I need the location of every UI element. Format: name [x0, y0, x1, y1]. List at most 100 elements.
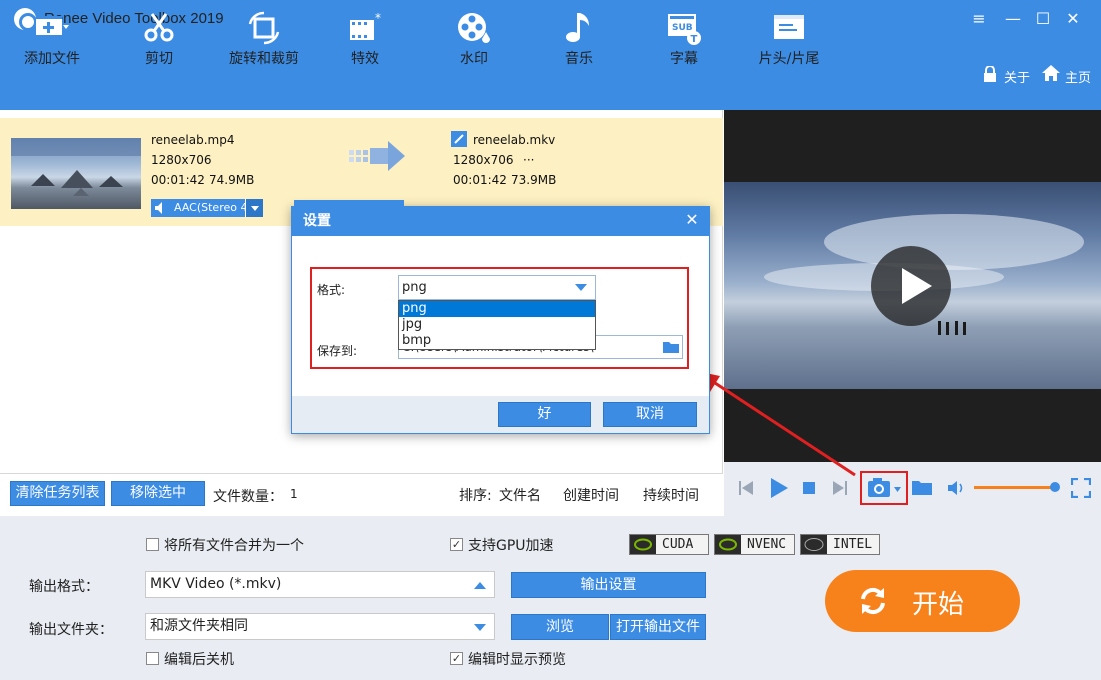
folder-icon: [663, 342, 679, 353]
open-output-button[interactable]: 打开输出文件: [610, 614, 706, 640]
output-filename: reneelab.mkv: [473, 133, 556, 147]
format-select[interactable]: png: [398, 275, 596, 300]
output-folder-select[interactable]: 和源文件夹相同: [145, 613, 495, 640]
skip-back-icon[interactable]: [737, 479, 755, 497]
menu-icon[interactable]: ≡: [968, 8, 990, 30]
output-more[interactable]: ···: [523, 153, 534, 167]
browse-folder-button[interactable]: [660, 336, 682, 358]
format-option-jpg[interactable]: jpg: [399, 317, 595, 333]
format-option-bmp[interactable]: bmp: [399, 333, 595, 349]
volume-icon[interactable]: [947, 479, 967, 497]
toolbar-cut[interactable]: 剪切: [107, 8, 211, 68]
nvidia-icon: [630, 535, 656, 554]
crop-rotate-icon: [248, 11, 280, 45]
chevron-down-icon[interactable]: [245, 199, 263, 217]
volume-slider[interactable]: [974, 486, 1056, 489]
refresh-icon: [861, 587, 885, 615]
music-note-icon: [566, 13, 589, 42]
video-thumbnail: [11, 138, 141, 209]
merge-label: 将所有文件合并为一个: [164, 538, 304, 554]
stop-icon[interactable]: [801, 480, 817, 496]
speaker-icon: [154, 199, 166, 223]
toolbar-intro-outro[interactable]: 片头/片尾: [737, 8, 841, 68]
play-overlay-button[interactable]: [871, 246, 951, 326]
toolbar-label: 音乐: [565, 51, 593, 67]
sort-label: 排序:: [459, 488, 492, 504]
subtitle-icon: SUB T: [668, 14, 701, 45]
toolbar-label: 字幕: [670, 51, 698, 67]
toolbar-music[interactable]: 音乐: [527, 8, 631, 68]
cancel-button[interactable]: 取消: [603, 402, 697, 427]
output-folder-label: 输出文件夹：: [29, 622, 113, 638]
minimize-icon[interactable]: —: [1002, 8, 1024, 30]
toolbar-label: 旋转和裁剪: [229, 51, 299, 67]
scissors-icon: [144, 13, 174, 42]
svg-text:T: T: [691, 34, 698, 45]
dialog-close-icon[interactable]: ✕: [682, 210, 702, 230]
toolbar-label: 水印: [460, 51, 488, 67]
output-resolution: 1280x706: [453, 153, 514, 167]
toolbar-crop-rotate[interactable]: 旋转和裁剪: [212, 8, 316, 68]
edit-output-icon[interactable]: [451, 131, 467, 147]
merge-checkbox[interactable]: [146, 538, 159, 551]
audio-track-select[interactable]: AAC(Stereo 4: [151, 199, 263, 217]
source-resolution: 1280x706: [151, 153, 212, 167]
format-option-png[interactable]: png: [399, 301, 595, 317]
audio-track-label: AAC(Stereo 4: [174, 201, 248, 214]
toolbar-add-file[interactable]: 添加文件: [0, 8, 104, 68]
toolbar-watermark[interactable]: 水印: [422, 8, 526, 68]
start-button[interactable]: 开始: [825, 570, 1020, 632]
nvenc-badge: NVENC: [714, 534, 795, 555]
chevron-down-icon: [575, 284, 587, 291]
sort-by-duration[interactable]: 持续时间: [643, 485, 699, 505]
toolbar-label: 片头/片尾: [758, 51, 820, 67]
cuda-badge: CUDA: [629, 534, 709, 555]
close-icon[interactable]: ✕: [1062, 8, 1084, 30]
output-format-select[interactable]: MKV Video (*.mkv): [145, 571, 495, 598]
gpu-checkbox[interactable]: [450, 538, 463, 551]
format-dropdown-list: png jpg bmp: [398, 300, 596, 350]
start-label: 开始: [912, 590, 965, 620]
clear-list-button[interactable]: 清除任务列表: [10, 481, 105, 506]
intro-outro-icon: [774, 15, 804, 39]
toolbar-subtitle[interactable]: SUB T 字幕: [632, 8, 736, 68]
about-link[interactable]: 关于: [1004, 67, 1030, 86]
shutdown-checkbox[interactable]: [146, 652, 159, 665]
output-format-value: MKV Video (*.mkv): [150, 576, 282, 592]
source-duration: 00:01:42: [151, 173, 205, 187]
format-select-value: png: [402, 280, 427, 295]
home-icon: [1042, 65, 1060, 85]
show-preview-checkbox[interactable]: [450, 652, 463, 665]
output-size: 73.9MB: [511, 173, 557, 187]
browse-button[interactable]: 浏览: [511, 614, 609, 640]
file-count-value: 1: [290, 487, 298, 501]
intel-badge: INTEL: [800, 534, 880, 555]
ok-button[interactable]: 好: [498, 402, 591, 427]
svg-text:SUB: SUB: [672, 23, 693, 33]
save-to-label: 保存到:: [317, 344, 358, 358]
annotation-arrow: [696, 371, 856, 477]
play-icon[interactable]: [768, 477, 790, 499]
volume-slider-handle[interactable]: [1050, 482, 1060, 492]
fullscreen-icon[interactable]: [1071, 478, 1091, 498]
remove-selected-button[interactable]: 移除选中: [111, 481, 205, 506]
toolbar-effects[interactable]: * 特效: [313, 8, 417, 68]
source-size: 74.9MB: [209, 173, 255, 187]
snapshot-button[interactable]: [860, 471, 908, 505]
skip-forward-icon[interactable]: [831, 479, 849, 497]
sort-by-created[interactable]: 创建时间: [563, 485, 619, 505]
sort-by-name[interactable]: 文件名: [499, 485, 541, 505]
effects-icon: *: [350, 11, 381, 40]
home-link[interactable]: 主页: [1065, 67, 1091, 86]
output-settings-button[interactable]: 输出设置: [511, 572, 706, 598]
svg-text:*: *: [375, 11, 381, 25]
shutdown-label: 编辑后关机: [164, 652, 234, 668]
folder-icon[interactable]: [911, 477, 933, 497]
source-filename: reneelab.mp4: [151, 133, 235, 147]
add-file-icon: [36, 16, 69, 38]
lock-icon: [983, 65, 997, 82]
nvidia-icon: [715, 535, 741, 554]
maximize-icon[interactable]: ☐: [1032, 8, 1054, 30]
watermark-icon: [458, 13, 490, 43]
output-duration: 00:01:42: [453, 173, 507, 187]
